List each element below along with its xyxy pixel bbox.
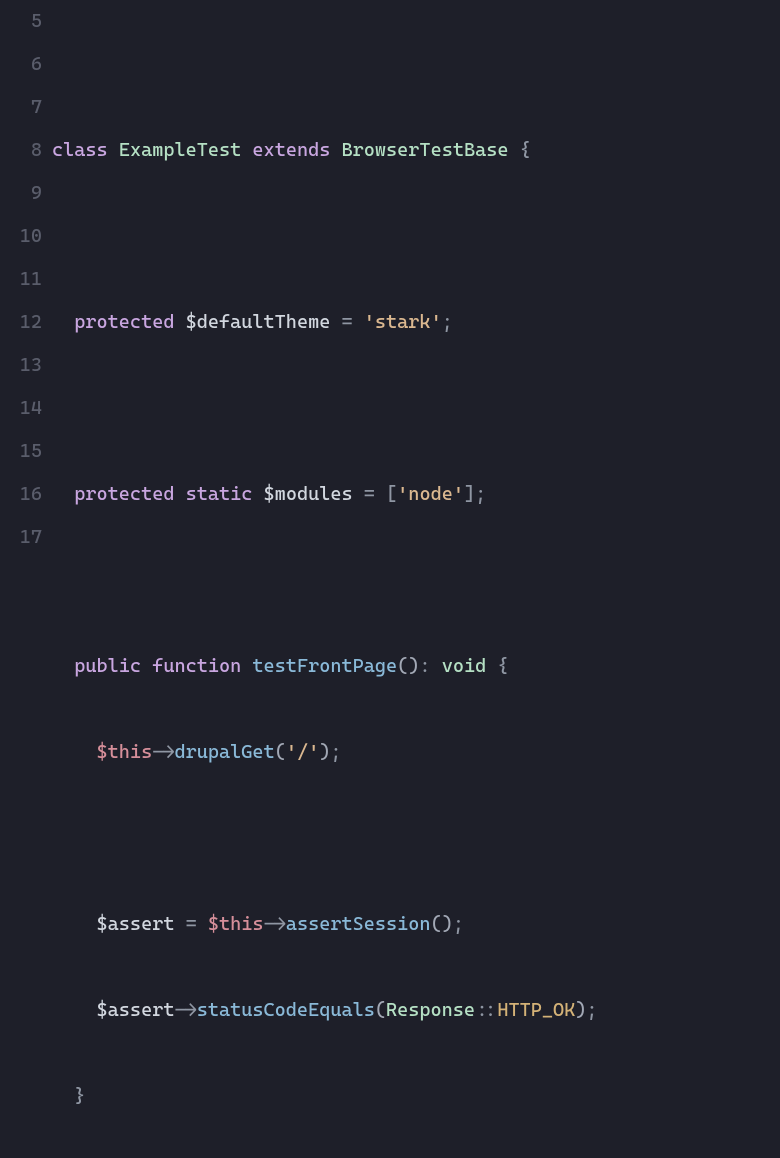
keyword-class: class xyxy=(52,139,108,161)
code-line: public function testFrontPage(): void { xyxy=(52,645,780,688)
code-line xyxy=(52,43,780,86)
semicolon: ; xyxy=(586,999,597,1021)
line-number: 9 xyxy=(0,172,42,215)
keyword-public: public xyxy=(74,655,141,677)
operator-eq: = xyxy=(341,311,352,333)
method-call: statusCodeEquals xyxy=(197,999,375,1021)
brace: } xyxy=(74,1085,85,1107)
method-call: drupalGet xyxy=(174,741,274,763)
line-number: 17 xyxy=(0,516,42,559)
constant: HTTP_OK xyxy=(497,999,575,1021)
classname: ExampleTest xyxy=(119,139,241,161)
code-line xyxy=(52,215,780,258)
classname: BrowserTestBase xyxy=(342,139,509,161)
semicolon: ; xyxy=(442,311,453,333)
string: '/' xyxy=(286,741,319,763)
line-number: 11 xyxy=(0,258,42,301)
bracket: [ xyxy=(386,483,397,505)
paren: ( xyxy=(375,999,386,1021)
line-number: 5 xyxy=(0,0,42,43)
operator-eq: = xyxy=(186,913,197,935)
code-line: $assert->statusCodeEquals(Response::HTTP… xyxy=(52,989,780,1032)
variable-this: $this xyxy=(97,741,153,763)
variable: $modules xyxy=(264,483,353,505)
operator-arrow: -> xyxy=(152,741,174,763)
string: 'stark' xyxy=(364,311,442,333)
line-number: 10 xyxy=(0,215,42,258)
paren: ( xyxy=(275,741,286,763)
line-number: 15 xyxy=(0,430,42,473)
method-name: testFrontPage xyxy=(252,655,397,677)
line-number: 13 xyxy=(0,344,42,387)
line-number: 6 xyxy=(0,43,42,86)
code-area[interactable]: class ExampleTest extends BrowserTestBas… xyxy=(52,0,780,1158)
semicolon: ; xyxy=(453,913,464,935)
classname: Response xyxy=(386,999,475,1021)
semicolon: ; xyxy=(475,483,486,505)
variable-this: $this xyxy=(208,913,264,935)
code-line: protected $defaultTheme = 'stark'; xyxy=(52,301,780,344)
line-number-gutter: 5 6 7 8 9 10 11 12 13 14 15 16 17 xyxy=(0,0,52,1158)
code-line: $assert = $this->assertSession(); xyxy=(52,903,780,946)
variable: $assert xyxy=(97,913,175,935)
string: 'node' xyxy=(397,483,464,505)
line-number: 12 xyxy=(0,301,42,344)
code-line xyxy=(52,387,780,430)
keyword-extends: extends xyxy=(252,139,330,161)
operator-scope: :: xyxy=(475,999,497,1021)
keyword-function: function xyxy=(152,655,241,677)
operator-arrow: -> xyxy=(174,999,196,1021)
paren: ) xyxy=(442,913,453,935)
code-line: } xyxy=(52,1075,780,1118)
variable: $defaultTheme xyxy=(186,311,331,333)
line-number: 14 xyxy=(0,387,42,430)
paren: ) xyxy=(319,741,330,763)
keyword-protected: protected xyxy=(74,311,174,333)
code-line xyxy=(52,817,780,860)
operator-eq: = xyxy=(364,483,375,505)
type-void: void xyxy=(442,655,487,677)
code-line: class ExampleTest extends BrowserTestBas… xyxy=(52,129,780,172)
colon: : xyxy=(419,655,430,677)
brace: { xyxy=(520,139,531,161)
keyword-protected: protected xyxy=(74,483,174,505)
brace: { xyxy=(497,655,508,677)
method-call: assertSession xyxy=(286,913,431,935)
code-line: $this->drupalGet('/'); xyxy=(52,731,780,774)
code-editor: 5 6 7 8 9 10 11 12 13 14 15 16 17 class … xyxy=(0,0,780,1158)
paren: ) xyxy=(575,999,586,1021)
paren: ) xyxy=(408,655,419,677)
bracket: ] xyxy=(464,483,475,505)
variable: $assert xyxy=(97,999,175,1021)
semicolon: ; xyxy=(330,741,341,763)
paren: ( xyxy=(397,655,408,677)
operator-arrow: -> xyxy=(264,913,286,935)
keyword-static: static xyxy=(186,483,253,505)
code-line: protected static $modules = ['node']; xyxy=(52,473,780,516)
line-number: 16 xyxy=(0,473,42,516)
paren: ( xyxy=(431,913,442,935)
line-number: 8 xyxy=(0,129,42,172)
code-line xyxy=(52,559,780,602)
line-number: 7 xyxy=(0,86,42,129)
